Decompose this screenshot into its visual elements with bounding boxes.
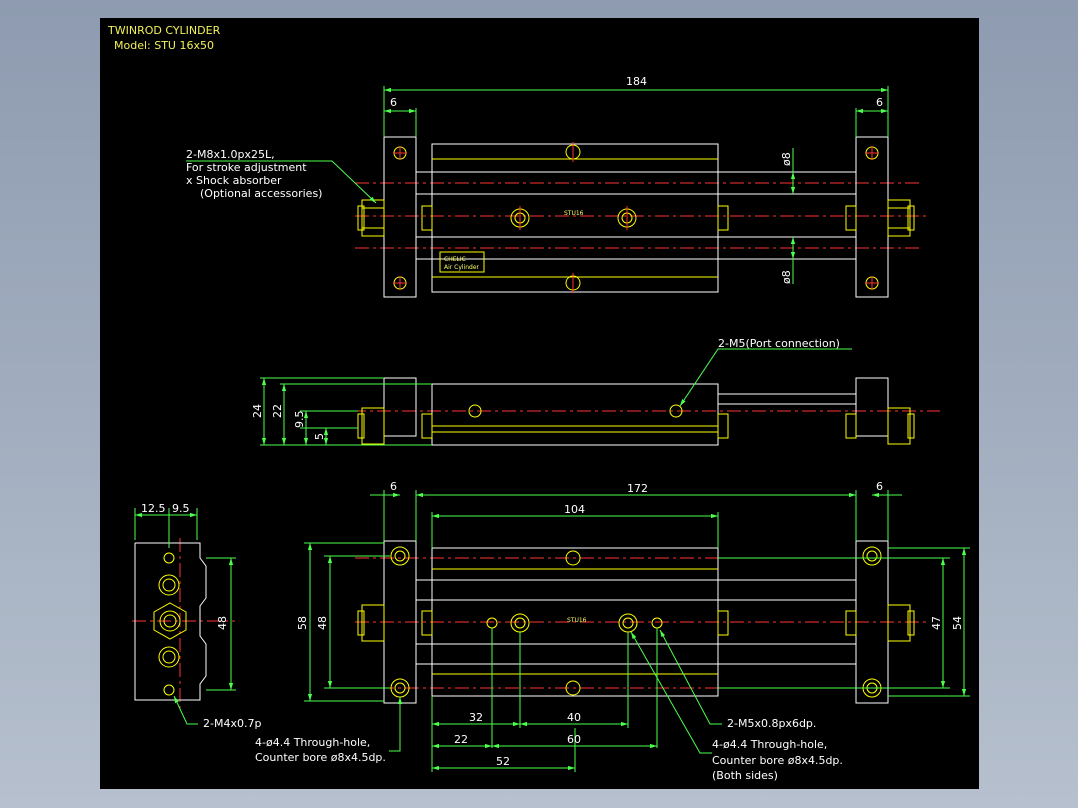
dim-bottom-32: 32 — [469, 711, 483, 724]
dim-end-9-5: 9.5 — [172, 502, 190, 515]
note-m4: 2-M4x0.7p — [203, 717, 261, 730]
side-cylinder-body — [431, 383, 719, 446]
cad-drawing-canvas: TWINROD CYLINDER Model: STU 16x50 STU16 … — [100, 18, 979, 789]
cad-drawing: TWINROD CYLINDER Model: STU 16x50 STU16 … — [107, 24, 970, 782]
note-m5: 2-M5x0.8px6dp. — [727, 717, 816, 730]
end-view: 12.5 9.5 48 2-M4x0.7p — [132, 502, 261, 730]
dim-top-total: 184 — [626, 75, 647, 88]
side-left-end-plate — [383, 377, 417, 437]
dim-side-22: 22 — [271, 404, 284, 418]
leader-port — [679, 348, 852, 407]
dim-bottom-47: 47 — [930, 616, 943, 630]
dim-bottom-40: 40 — [567, 711, 581, 724]
dim-bottom-52: 52 — [496, 755, 510, 768]
note-right-hole-line-2: Counter bore ø8x4.5dp. — [712, 754, 843, 767]
dim-end-12-5: 12.5 — [141, 502, 166, 515]
leader-left-hole — [389, 697, 403, 752]
note-right-hole-line-1: 4-ø4.4 Through-hole, — [712, 738, 827, 751]
note-left-hole-line-1: 4-ø4.4 Through-hole, — [255, 736, 370, 749]
note-right-hole-line-3: (Both sides) — [712, 769, 778, 782]
side-right-end-plate — [855, 377, 889, 437]
bottom-through-hole — [618, 613, 638, 633]
bottom-body-mark: STU16 — [567, 617, 587, 624]
note-port: 2-M5(Port connection) — [718, 337, 840, 350]
top-body-mark: STU16 — [564, 210, 584, 217]
bottom-m5-hole — [651, 617, 663, 629]
dim-bottom-48: 48 — [316, 616, 329, 630]
dim-end-48: 48 — [216, 616, 229, 630]
note-stroke-line-1: 2-M8x1.0px25L, — [186, 148, 275, 161]
dim-bottom-22: 22 — [454, 733, 468, 746]
note-stroke-line-3: x Shock absorber — [186, 174, 282, 187]
dim-bottom-body: 104 — [564, 503, 585, 516]
dim-bottom-60: 60 — [567, 733, 581, 746]
title-line-2: Model: STU 16x50 — [114, 39, 214, 52]
bottom-m5-hole — [486, 617, 498, 629]
bottom-bolt-hole — [390, 546, 410, 566]
dim-side-5: 5 — [313, 433, 326, 440]
dim-bottom-right: 6 — [876, 480, 883, 493]
dim-top-right: 6 — [876, 96, 883, 109]
bottom-view: STU16 6 172 6 104 58 48 47 54 32 40 22 6… — [255, 480, 970, 782]
top-left-nut — [361, 199, 385, 237]
brand-name: CHELIC — [444, 256, 466, 263]
dim-bottom-54: 54 — [951, 616, 964, 630]
note-left-hole-line-2: Counter bore ø8x4.5dp. — [255, 751, 386, 764]
top-right-nut — [887, 199, 911, 237]
dim-side-24: 24 — [251, 404, 264, 418]
dim-bottom-58: 58 — [296, 616, 309, 630]
dim-top-left: 6 — [390, 96, 397, 109]
leader-right-hole — [630, 631, 712, 754]
top-left-end-plate — [383, 136, 417, 298]
dim-bottom-total: 172 — [627, 482, 648, 495]
bottom-bolt-hole — [862, 546, 882, 566]
side-view: 24 22 9.5 5 2-M5(Port connection) — [251, 337, 940, 446]
top-view: STU16 CHELIC Air Cylinder 184 6 6 ø8 ø8 … — [186, 75, 930, 298]
note-stroke-line-2: For stroke adjustment — [186, 161, 307, 174]
dim-rod-dia-lower: ø8 — [780, 270, 793, 284]
title-line-1: TWINROD CYLINDER — [107, 24, 221, 37]
dim-side-9-5: 9.5 — [293, 411, 306, 429]
dim-bottom-left: 6 — [390, 480, 397, 493]
bottom-through-hole — [510, 613, 530, 633]
brand-sub: Air Cylinder — [444, 264, 480, 271]
dim-rod-dia-upper: ø8 — [780, 152, 793, 166]
note-stroke-line-4: (Optional accessories) — [200, 187, 322, 200]
top-right-end-plate — [855, 136, 889, 298]
